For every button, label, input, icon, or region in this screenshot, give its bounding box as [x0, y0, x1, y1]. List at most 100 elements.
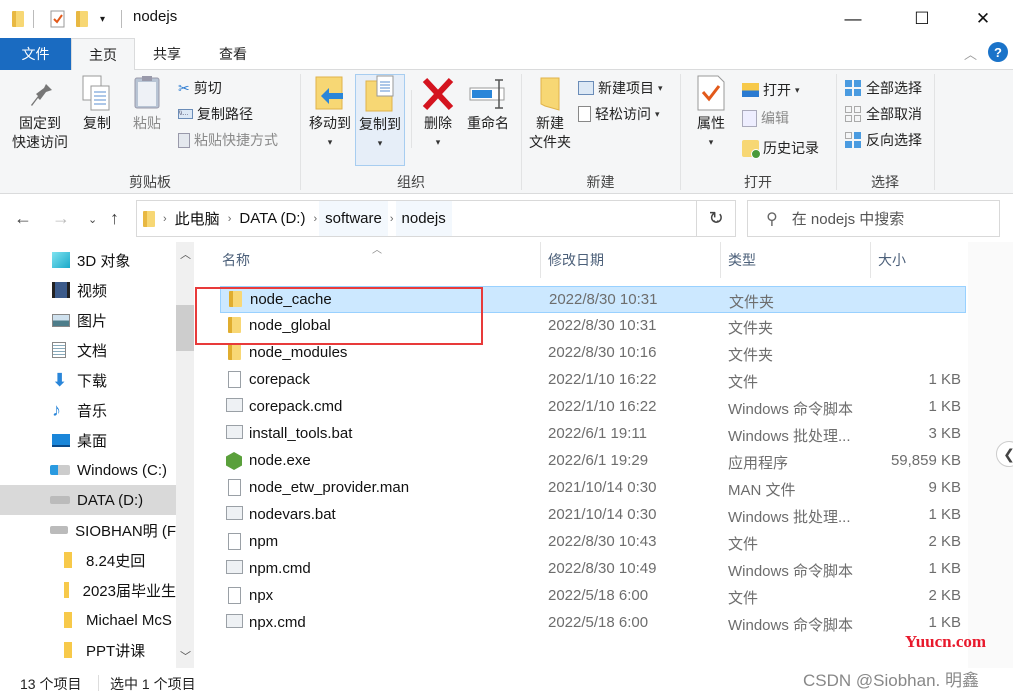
cut-label: 剪切: [193, 80, 222, 96]
folder-icon: [64, 642, 72, 658]
move-to-button[interactable]: 移动到 ▾: [305, 74, 355, 152]
paste-button[interactable]: 粘贴: [128, 74, 166, 133]
nav-item-pictures[interactable]: 图片: [0, 305, 176, 335]
file-row[interactable]: npm 2022/8/30 10:43 文件 2 KB: [220, 529, 966, 556]
back-button[interactable]: ←: [14, 208, 32, 229]
close-button[interactable]: ✕: [960, 0, 1006, 38]
pin-label-2: 快速访问: [12, 134, 68, 150]
breadcrumb[interactable]: › 此电脑 › DATA (D:) › software › nodejs ⌄: [136, 200, 736, 237]
scroll-down-icon[interactable]: ﹀: [180, 648, 191, 664]
new-folder-quick-icon[interactable]: [76, 9, 88, 29]
up-button[interactable]: ↑: [110, 208, 119, 229]
column-header-type[interactable]: 类型: [721, 242, 871, 278]
easy-access-dropdown-icon: ▾: [655, 108, 660, 119]
chevron-right-icon[interactable]: ›: [388, 213, 396, 225]
invert-selection-button[interactable]: 反向选择: [844, 130, 922, 150]
copy-path-button[interactable]: \\… 复制路径: [178, 104, 253, 124]
script-file-icon: [226, 560, 243, 574]
paste-icon: [134, 76, 160, 109]
nav-item-folder[interactable]: 8.24史回: [0, 545, 176, 575]
file-row[interactable]: nodevars.bat 2021/10/14 0:30 Windows 批处理..…: [220, 502, 966, 529]
select-all-icon: [845, 80, 861, 96]
nav-item-windows-c[interactable]: Windows (C:): [0, 455, 176, 485]
nav-scrollbar-thumb[interactable]: [176, 305, 194, 351]
delete-label: 删除: [424, 115, 452, 131]
tab-file[interactable]: 文件: [0, 38, 71, 70]
chevron-right-icon[interactable]: ›: [161, 213, 169, 225]
file-name: node_modules: [249, 344, 348, 361]
customize-quick-access-icon[interactable]: ▾: [100, 9, 105, 29]
copy-to-button[interactable]: 复制到 ▾: [355, 74, 405, 166]
paste-shortcut-button[interactable]: 粘贴快捷方式: [178, 130, 278, 150]
cut-button[interactable]: ✂ 剪切: [178, 78, 222, 98]
maximize-button[interactable]: ☐: [899, 0, 945, 38]
edit-label: 编辑: [761, 110, 789, 126]
search-input[interactable]: ⚲ 在 nodejs 中搜索: [747, 200, 1000, 237]
history-button[interactable]: 历史记录: [742, 138, 819, 159]
properties-button[interactable]: 属性 ▾: [688, 74, 734, 152]
nav-item-data-d[interactable]: DATA (D:): [0, 485, 176, 515]
nav-item-folder[interactable]: 2023届毕业生: [0, 575, 176, 605]
minimize-button[interactable]: —: [830, 0, 876, 38]
pin-to-quick-access-button[interactable]: 固定到 快速访问: [10, 74, 70, 152]
file-date: 2022/1/10 16:22: [548, 371, 657, 388]
select-group-label: 选择: [871, 174, 899, 190]
file-name: npm: [249, 533, 279, 550]
column-header-size[interactable]: 大小: [871, 242, 971, 278]
select-none-button[interactable]: 全部取消: [844, 104, 922, 124]
nav-item-music[interactable]: ♪ 音乐: [0, 395, 176, 425]
tab-home[interactable]: 主页: [71, 38, 135, 71]
file-row[interactable]: corepack 2022/1/10 16:22 文件 1 KB: [220, 367, 966, 394]
collapse-ribbon-icon[interactable]: ︿: [964, 44, 977, 63]
refresh-button[interactable]: ↻: [696, 200, 736, 237]
file-date: 2022/8/30 10:31: [548, 317, 657, 334]
tab-view[interactable]: 查看: [201, 38, 265, 70]
edit-button[interactable]: 编辑: [742, 108, 789, 128]
tab-share[interactable]: 共享: [135, 38, 199, 70]
breadcrumb-software[interactable]: software: [319, 201, 388, 236]
nav-item-siobhan-drive[interactable]: SIOBHAN明 (F: [0, 515, 176, 545]
chevron-right-icon[interactable]: ›: [311, 213, 319, 225]
nav-item-downloads[interactable]: ⬇ 下载: [0, 365, 176, 395]
file-row[interactable]: npm.cmd 2022/8/30 10:49 Windows 命令脚本 1 KB: [220, 556, 966, 583]
properties-quick-icon[interactable]: [50, 9, 66, 29]
column-header-name[interactable]: 名称: [215, 242, 541, 278]
nav-item-folder[interactable]: Michael McS: [0, 605, 176, 635]
breadcrumb-this-pc[interactable]: 此电脑: [169, 201, 226, 236]
file-name: node_etw_provider.man: [249, 479, 410, 496]
file-row[interactable]: npx.cmd 2022/5/18 6:00 Windows 命令脚本 1 KB: [220, 610, 966, 637]
scroll-up-icon[interactable]: ︿: [180, 246, 191, 262]
file-row[interactable]: corepack.cmd 2022/1/10 16:22 Windows 命令脚本 1…: [220, 394, 966, 421]
file-row[interactable]: install_tools.bat 2022/6/1 19:11 Windows 批…: [220, 421, 966, 448]
open-button[interactable]: 打开 ▾: [742, 80, 800, 100]
copy-button[interactable]: 复制: [78, 74, 116, 133]
column-header-date[interactable]: 修改日期: [541, 242, 721, 278]
file-icon: [228, 479, 241, 496]
video-icon: [52, 282, 70, 298]
delete-button[interactable]: 删除 ▾: [418, 74, 458, 152]
nav-item-folder[interactable]: PPT讲课: [0, 635, 176, 665]
drive-icon: [50, 526, 69, 534]
breadcrumb-data-drive[interactable]: DATA (D:): [233, 201, 311, 236]
nav-item-videos[interactable]: 视频: [0, 275, 176, 305]
breadcrumb-nodejs[interactable]: nodejs: [395, 201, 452, 236]
easy-access-button[interactable]: 轻松访问 ▾: [578, 104, 660, 124]
file-size: 1 KB: [928, 614, 961, 631]
select-all-button[interactable]: 全部选择: [844, 78, 922, 98]
new-folder-button[interactable]: 新建 文件夹: [526, 74, 574, 152]
nav-item-3d-objects[interactable]: 3D 对象: [0, 245, 176, 275]
quick-access-folder-icon[interactable]: [12, 9, 24, 29]
new-item-button[interactable]: 新建项目 ▾: [578, 78, 663, 98]
recent-locations-button[interactable]: ⌄: [88, 213, 97, 226]
help-icon[interactable]: ?: [988, 42, 1008, 62]
file-row[interactable]: node.exe 2022/6/1 19:29 应用程序 59,859 KB: [220, 448, 966, 475]
chevron-right-icon[interactable]: ›: [226, 213, 234, 225]
file-row[interactable]: node_etw_provider.man 2021/10/14 0:30 MAN …: [220, 475, 966, 502]
folder-icon: [64, 612, 72, 628]
nav-item-desktop[interactable]: 桌面: [0, 425, 176, 455]
forward-button[interactable]: →: [52, 208, 70, 229]
file-size: 2 KB: [928, 533, 961, 550]
file-row[interactable]: npx 2022/5/18 6:00 文件 2 KB: [220, 583, 966, 610]
nav-item-documents[interactable]: 文档: [0, 335, 176, 365]
rename-button[interactable]: 重命名: [462, 74, 514, 133]
